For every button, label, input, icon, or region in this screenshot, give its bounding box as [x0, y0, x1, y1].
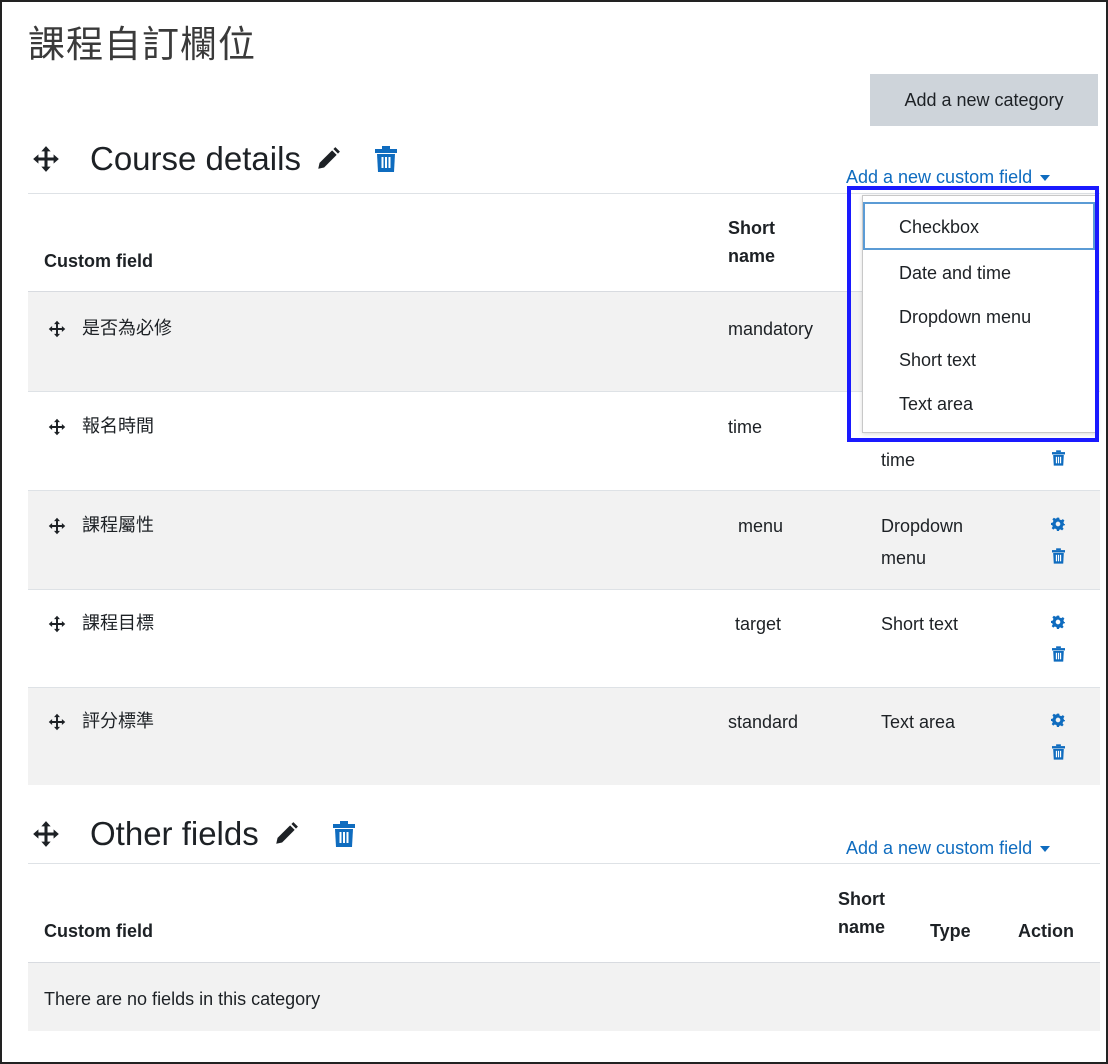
- trash-icon[interactable]: [1052, 646, 1065, 662]
- field-name: 是否為必修: [82, 318, 172, 339]
- gear-icon[interactable]: [1051, 517, 1065, 531]
- pencil-icon[interactable]: [315, 146, 341, 172]
- column-header-custom-field: Custom field: [44, 921, 154, 941]
- category-header-other-fields: Other fields: [32, 815, 355, 853]
- column-header-short-name-line2: name: [728, 246, 776, 266]
- category-title: Course details: [90, 140, 301, 177]
- caret-down-icon: [1040, 845, 1051, 852]
- divider: [28, 490, 1100, 491]
- table-row: [28, 590, 1100, 687]
- category-header-course-details: Course details: [32, 140, 397, 178]
- column-header-short-name-line1: Short: [728, 218, 775, 238]
- column-header-custom-field: Custom field: [44, 251, 154, 271]
- gear-icon[interactable]: [1051, 713, 1065, 727]
- move-icon[interactable]: [48, 418, 66, 436]
- move-icon[interactable]: [48, 713, 66, 731]
- empty-category-message: There are no fields in this category: [44, 989, 321, 1009]
- column-header-short-name: Short name: [838, 885, 885, 941]
- table-row: [28, 688, 1100, 785]
- column-header-type: Type: [930, 921, 971, 941]
- move-icon[interactable]: [32, 145, 60, 173]
- trash-icon[interactable]: [332, 821, 355, 847]
- pencil-icon[interactable]: [273, 821, 299, 847]
- category-title: Other fields: [90, 815, 259, 852]
- trash-icon[interactable]: [1052, 548, 1065, 564]
- divider: [28, 589, 1100, 590]
- move-icon[interactable]: [48, 320, 66, 338]
- field-short-name: target: [735, 614, 782, 634]
- field-type-line2: menu: [881, 548, 927, 568]
- divider: [28, 863, 1100, 864]
- move-icon[interactable]: [48, 615, 66, 633]
- add-category-button[interactable]: Add a new category: [870, 74, 1098, 126]
- add-custom-field-label[interactable]: Add a new custom field: [846, 838, 1032, 859]
- table-row: [28, 491, 1100, 589]
- column-header-short-name: Short name: [728, 214, 775, 270]
- field-short-name: time: [728, 417, 763, 437]
- trash-icon[interactable]: [374, 146, 397, 172]
- field-type-line1: Dropdown: [881, 516, 964, 536]
- field-name: 課程屬性: [82, 515, 154, 536]
- move-icon[interactable]: [32, 820, 60, 848]
- divider: [28, 687, 1100, 688]
- trash-icon[interactable]: [1052, 450, 1065, 466]
- field-short-name: menu: [738, 516, 784, 536]
- field-name: 評分標準: [82, 711, 154, 732]
- add-custom-field-link[interactable]: Add a new custom field: [846, 838, 1051, 859]
- page-title: 課程自訂欄位: [28, 23, 256, 66]
- field-name: 報名時間: [82, 416, 154, 437]
- gear-icon[interactable]: [1051, 615, 1065, 629]
- column-header-short-name-line1: Short: [838, 889, 885, 909]
- column-header-short-name-line2: name: [838, 917, 886, 937]
- field-short-name: mandatory: [728, 319, 814, 339]
- field-short-name: standard: [728, 712, 799, 732]
- caret-down-icon: [1040, 174, 1051, 181]
- field-type: time: [881, 450, 916, 470]
- field-type: Text area: [881, 712, 956, 732]
- add-custom-field-label[interactable]: Add a new custom field: [846, 167, 1032, 188]
- field-name: 課程目標: [82, 613, 154, 634]
- move-icon[interactable]: [48, 517, 66, 535]
- add-custom-field-link[interactable]: Add a new custom field: [846, 167, 1051, 188]
- field-type: Short text: [881, 614, 959, 634]
- column-header-action: Action: [1018, 921, 1074, 941]
- trash-icon[interactable]: [1052, 744, 1065, 760]
- annotation-highlight-box: [847, 186, 1099, 442]
